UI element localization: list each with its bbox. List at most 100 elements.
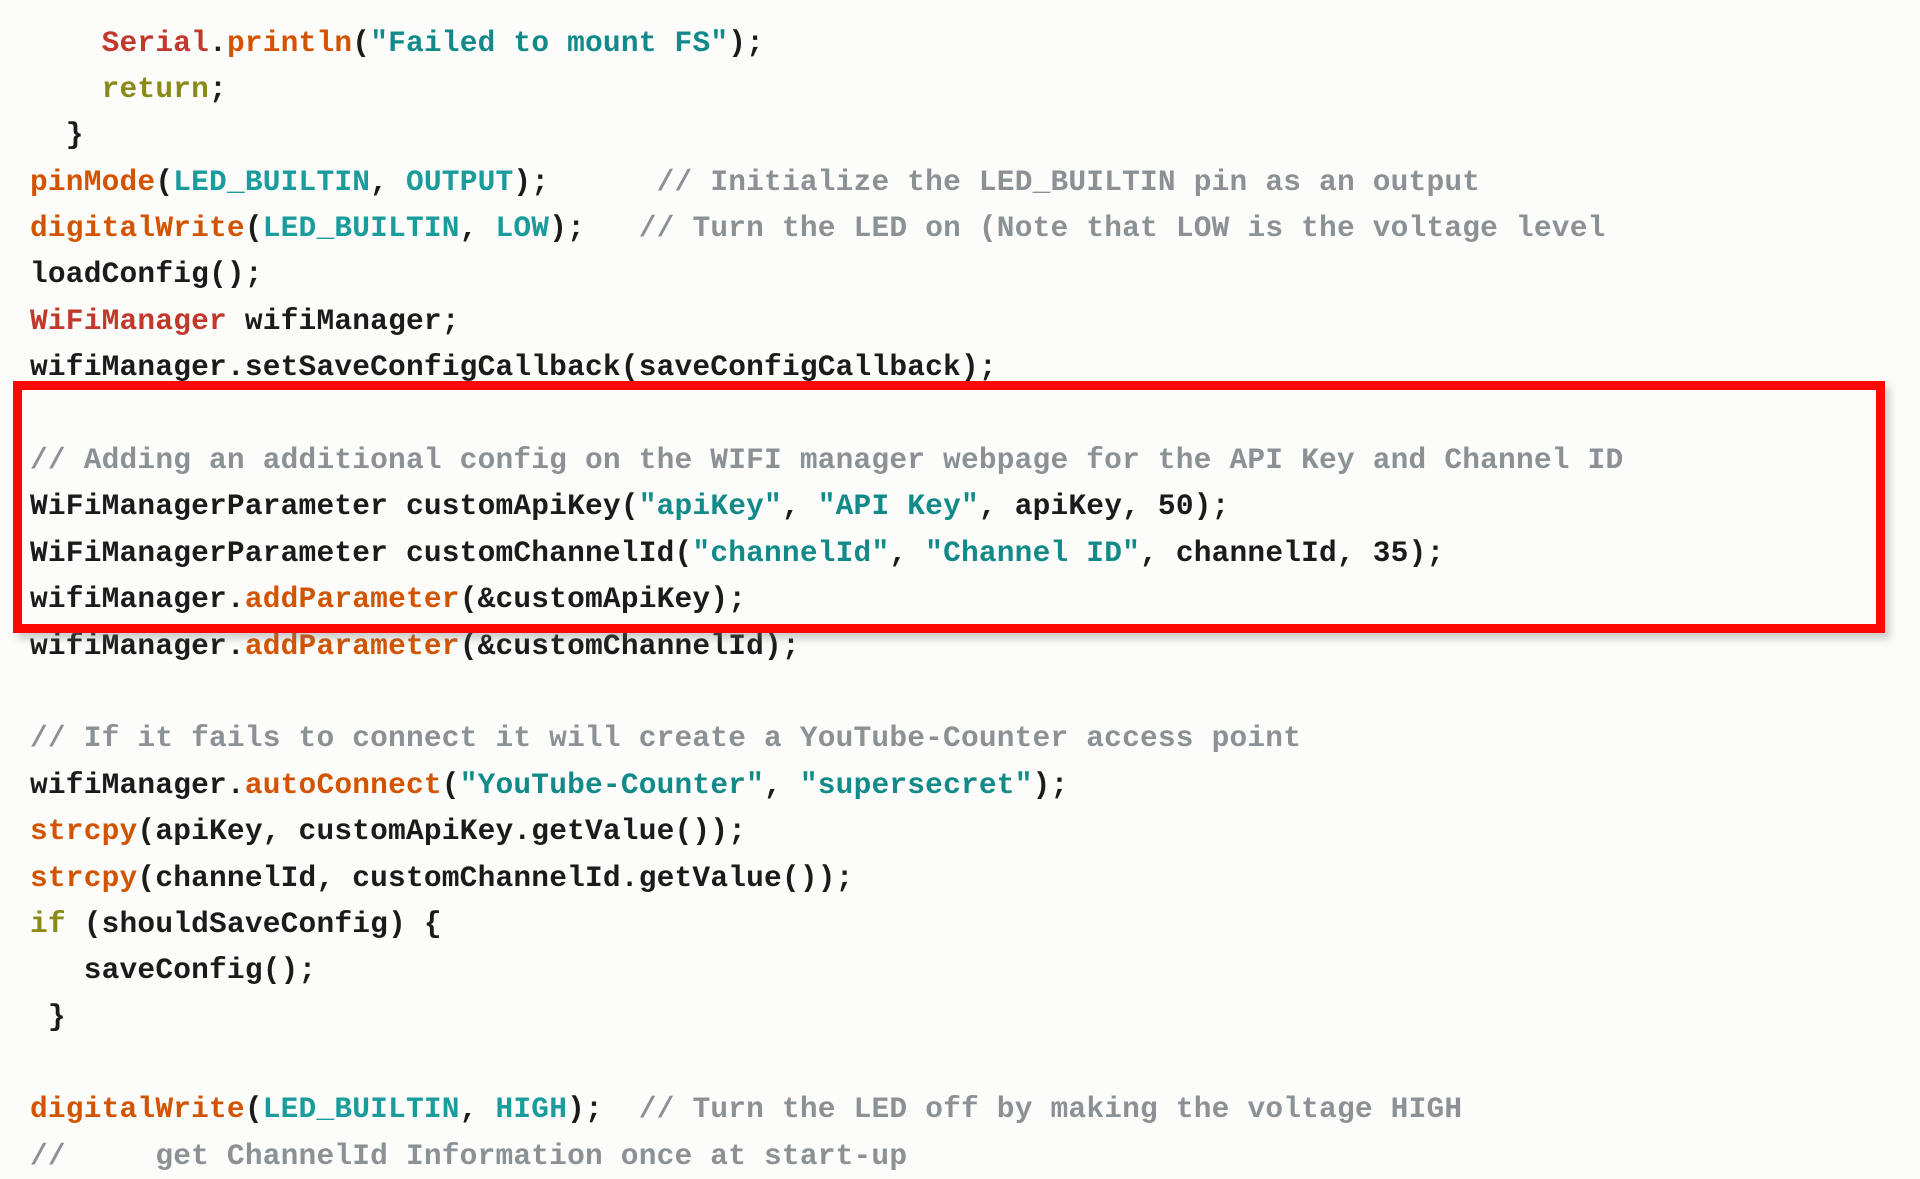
code-token-plain: }: [30, 1000, 66, 1034]
code-line: }: [30, 112, 1910, 158]
code-token-fn: strcpy: [30, 814, 137, 848]
code-token-plain: (: [245, 211, 263, 245]
code-token-plain: );: [728, 26, 764, 60]
code-token-fn: addParameter: [245, 629, 460, 663]
code-line: if (shouldSaveConfig) {: [30, 901, 1910, 947]
code-token-plain: );: [549, 211, 585, 245]
code-token-fn: digitalWrite: [30, 211, 245, 245]
code-token-type: Serial: [102, 26, 209, 60]
code-token-string: "apiKey": [639, 489, 782, 523]
code-token-plain: saveConfig();: [30, 953, 316, 987]
code-token-plain: ,: [889, 536, 925, 570]
code-token-fn: addParameter: [245, 582, 460, 616]
code-line: loadConfig();: [30, 251, 1910, 297]
code-token-plain: ,: [460, 211, 496, 245]
code-line: WiFiManagerParameter customChannelId("ch…: [30, 530, 1910, 576]
code-token-plain: , apiKey,: [979, 489, 1158, 523]
code-line: wifiManager.autoConnect("YouTube-Counter…: [30, 762, 1910, 808]
code-token-comment: // get ChannelId Information once at sta…: [30, 1139, 907, 1173]
code-token-keyword: if: [30, 907, 66, 941]
code-token-fn: println: [227, 26, 352, 60]
code-token-plain: .: [209, 26, 227, 60]
code-token-plain: ,: [460, 1092, 496, 1126]
code-line: [30, 391, 1910, 437]
code-token-plain: wifiManager.setSaveConfigCallback(saveCo…: [30, 350, 997, 384]
code-token-plain: wifiManager;: [227, 304, 460, 338]
code-line: strcpy(channelId, customChannelId.getVal…: [30, 855, 1910, 901]
code-token-plain: [603, 1092, 639, 1126]
code-token-const: LED_BUILTIN: [263, 211, 460, 245]
code-token-plain: wifiManager.: [30, 582, 245, 616]
code-token-plain: );: [513, 165, 549, 199]
code-token-keyword: return: [102, 72, 209, 106]
code-token-string: "channelId": [692, 536, 889, 570]
code-token-string: "API Key": [818, 489, 979, 523]
code-token-const: LED_BUILTIN: [263, 1092, 460, 1126]
code-token-const: OUTPUT: [406, 165, 513, 199]
code-token-plain: (: [352, 26, 370, 60]
code-token-plain: (channelId, customChannelId.getValue());: [137, 861, 853, 895]
code-line: saveConfig();: [30, 947, 1910, 993]
code-token-plain: [30, 26, 102, 60]
code-token-const: LOW: [496, 211, 550, 245]
code-token-plain: );: [1194, 489, 1230, 523]
code-token-plain: (: [155, 165, 173, 199]
code-token-plain: wifiManager.: [30, 768, 245, 802]
code-line: // If it fails to connect it will create…: [30, 715, 1910, 761]
code-token-plain: [549, 165, 656, 199]
code-line: wifiManager.addParameter(&customApiKey);: [30, 576, 1910, 622]
code-token-const: HIGH: [496, 1092, 568, 1126]
code-token-comment: // Adding an additional config on the WI…: [30, 443, 1623, 477]
code-token-plain: WiFiManagerParameter customChannelId(: [30, 536, 692, 570]
code-line: pinMode(LED_BUILTIN, OUTPUT); // Initial…: [30, 159, 1910, 205]
code-line: [30, 1040, 1910, 1086]
code-line: WiFiManager wifiManager;: [30, 298, 1910, 344]
code-token-plain: ;: [209, 72, 227, 106]
code-token-fn: autoConnect: [245, 768, 442, 802]
code-token-plain: loadConfig();: [30, 257, 263, 291]
code-token-plain: wifiManager.: [30, 629, 245, 663]
code-token-plain: );: [567, 1092, 603, 1126]
code-token-plain: );: [1409, 536, 1445, 570]
code-token-plain: [585, 211, 639, 245]
code-token-plain: , channelId,: [1140, 536, 1373, 570]
code-token-num: 35: [1373, 536, 1409, 570]
code-token-plain: ,: [782, 489, 818, 523]
code-line: // Adding an additional config on the WI…: [30, 437, 1910, 483]
code-token-plain: (: [442, 768, 460, 802]
code-line: Serial.println("Failed to mount FS");: [30, 20, 1910, 66]
code-line: wifiManager.setSaveConfigCallback(saveCo…: [30, 344, 1910, 390]
code-line: }: [30, 994, 1910, 1040]
code-token-plain: (&customChannelId);: [460, 629, 800, 663]
code-line: wifiManager.addParameter(&customChannelI…: [30, 623, 1910, 669]
code-token-string: "supersecret": [800, 768, 1033, 802]
code-token-plain: (shouldSaveConfig) {: [66, 907, 442, 941]
code-line: [30, 669, 1910, 715]
code-token-fn: strcpy: [30, 861, 137, 895]
code-token-plain: (: [245, 1092, 263, 1126]
code-token-plain: }: [30, 118, 84, 152]
code-token-plain: );: [1033, 768, 1069, 802]
code-line: strcpy(apiKey, customApiKey.getValue());: [30, 808, 1910, 854]
code-token-plain: ,: [370, 165, 406, 199]
code-token-const: LED_BUILTIN: [173, 165, 370, 199]
code-line: return;: [30, 66, 1910, 112]
code-line: WiFiManagerParameter customApiKey("apiKe…: [30, 483, 1910, 529]
code-token-num: 50: [1158, 489, 1194, 523]
code-token-string: "YouTube-Counter": [460, 768, 764, 802]
code-token-fn: digitalWrite: [30, 1092, 245, 1126]
code-token-type: WiFiManager: [30, 304, 227, 338]
code-token-plain: (apiKey, customApiKey.getValue());: [137, 814, 746, 848]
code-token-comment: // Turn the LED off by making the voltag…: [639, 1092, 1463, 1126]
code-token-string: "Failed to mount FS": [370, 26, 728, 60]
code-line: digitalWrite(LED_BUILTIN, HIGH); // Turn…: [30, 1086, 1910, 1132]
code-screenshot-surface: Serial.println("Failed to mount FS"); re…: [0, 0, 1920, 1090]
code-token-fn: pinMode: [30, 165, 155, 199]
code-line: digitalWrite(LED_BUILTIN, LOW); // Turn …: [30, 205, 1910, 251]
code-line: // get ChannelId Information once at sta…: [30, 1133, 1910, 1179]
code-token-plain: ,: [764, 768, 800, 802]
code-token-plain: [30, 72, 102, 106]
code-token-comment: // If it fails to connect it will create…: [30, 721, 1301, 755]
code-listing[interactable]: Serial.println("Failed to mount FS"); re…: [30, 20, 1910, 1179]
code-token-plain: WiFiManagerParameter customApiKey(: [30, 489, 639, 523]
